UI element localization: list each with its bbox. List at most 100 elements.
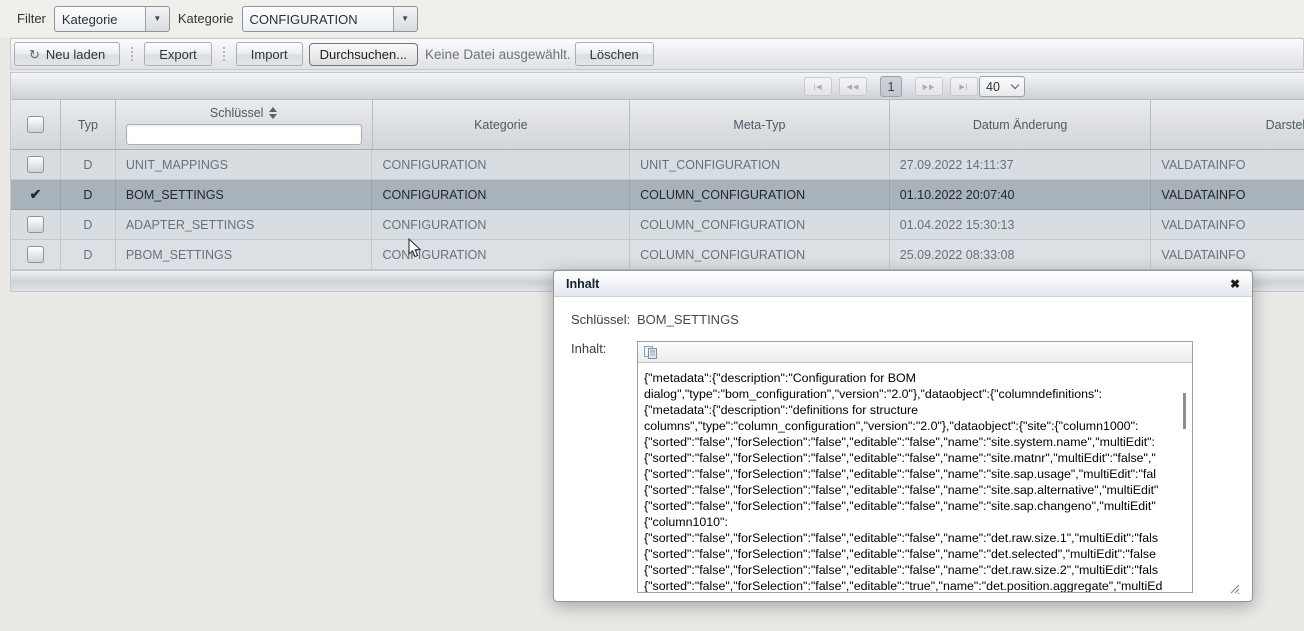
content-line: {"metadata":{"description":"definitions … [644, 402, 1182, 418]
row-checkbox-checked[interactable]: ✔ [30, 186, 42, 203]
cell-typ: D [61, 150, 116, 179]
cell-darstellung: VALDATAINFO [1151, 150, 1304, 179]
page-size-value: 40 [986, 80, 1000, 94]
select-all-checkbox[interactable] [27, 116, 44, 133]
delete-button-label: Löschen [590, 47, 639, 62]
cell-datum-aenderung: 25.09.2022 08:33:08 [890, 240, 1152, 269]
filter-bar: Filter Kategorie ▼ Kategorie CONFIGURATI… [0, 0, 1304, 37]
cell-meta-typ: COLUMN_CONFIGURATION [630, 210, 890, 239]
cell-typ: D [61, 210, 116, 239]
toolbar-separator [131, 47, 133, 61]
toolbar-separator [223, 47, 225, 61]
cell-darstellung: VALDATAINFO [1151, 180, 1304, 209]
toolbar: ↻ Neu laden Export Import Durchsuchen...… [10, 38, 1304, 70]
last-page-icon: ▶| [959, 83, 968, 91]
content-line: {"metadata":{"description":"Configuratio… [644, 370, 1182, 386]
previous-page-button[interactable]: ◀◀ [839, 77, 867, 96]
content-line: {"sorted":"false","forSelection":"false"… [644, 466, 1182, 482]
schluessel-value: BOM_SETTINGS [637, 312, 739, 327]
filter-category-combobox-arrow-button[interactable]: ▼ [145, 7, 169, 31]
content-line: columns","type":"column_configuration","… [644, 418, 1182, 434]
reload-button-label: Neu laden [46, 47, 105, 62]
cell-kategorie: CONFIGURATION [372, 210, 630, 239]
cell-meta-typ: COLUMN_CONFIGURATION [630, 180, 890, 209]
cell-schluessel: UNIT_MAPPINGS [116, 150, 373, 179]
page-size-select[interactable]: 40 [979, 76, 1025, 97]
content-line: {"sorted":"false","forSelection":"false"… [644, 482, 1182, 498]
dialog-header[interactable]: Inhalt ✖ [554, 271, 1252, 297]
table-row[interactable]: D ADAPTER_SETTINGS CONFIGURATION COLUMN_… [11, 210, 1304, 240]
table-row-selected[interactable]: ✔ D BOM_SETTINGS CONFIGURATION COLUMN_CO… [11, 180, 1304, 210]
cell-darstellung: VALDATAINFO [1151, 210, 1304, 239]
resize-grip-icon[interactable] [1229, 583, 1240, 594]
category-value-combobox-value: CONFIGURATION [243, 7, 393, 31]
content-line: {"sorted":"false","forSelection":"false"… [644, 530, 1182, 546]
cell-meta-typ: COLUMN_CONFIGURATION [630, 240, 890, 269]
table-row[interactable]: D UNIT_MAPPINGS CONFIGURATION UNIT_CONFI… [11, 150, 1304, 180]
column-header-kategorie: Kategorie [474, 118, 528, 132]
delete-button[interactable]: Löschen [575, 42, 654, 66]
content-box: {"metadata":{"description":"Configuratio… [637, 341, 1193, 593]
row-checkbox[interactable] [27, 216, 44, 233]
category-value-combobox[interactable]: CONFIGURATION ▼ [242, 6, 418, 32]
content-text-area[interactable]: {"metadata":{"description":"Configuratio… [638, 363, 1192, 592]
content-line: {"sorted":"false","forSelection":"false"… [644, 546, 1182, 562]
column-header-typ: Typ [78, 118, 98, 132]
schluessel-filter-input[interactable] [126, 124, 362, 145]
content-line: {"sorted":"false","forSelection":"false"… [644, 434, 1182, 450]
next-page-icon: ▶▶ [923, 83, 936, 91]
sort-icon [269, 107, 277, 119]
inhalt-label: Inhalt: [571, 341, 606, 356]
browse-button[interactable]: Durchsuchen... [309, 43, 418, 66]
column-header-datum-aenderung: Datum Änderung [973, 118, 1068, 132]
import-button-label: Import [251, 47, 288, 62]
content-line: {"sorted":"false","forSelection":"false"… [644, 498, 1182, 514]
column-header-schluessel-label: Schlüssel [210, 106, 264, 120]
filter-category-combobox[interactable]: Kategorie ▼ [54, 6, 170, 32]
next-page-button[interactable]: ▶▶ [915, 77, 943, 96]
cell-kategorie: CONFIGURATION [372, 180, 630, 209]
table-header: Typ Schlüssel Kategorie Meta-Typ Datum Ä… [11, 100, 1304, 150]
row-checkbox[interactable] [27, 246, 44, 263]
close-icon[interactable]: ✖ [1230, 277, 1240, 291]
chevron-down-icon: ▼ [401, 14, 409, 23]
column-header-meta-typ: Meta-Typ [733, 118, 785, 132]
column-header-darstellung: Darstellung [1266, 118, 1304, 132]
reload-button[interactable]: ↻ Neu laden [14, 42, 120, 66]
column-header-schluessel[interactable]: Schlüssel [210, 106, 278, 120]
cell-typ: D [61, 240, 116, 269]
cell-datum-aenderung: 27.09.2022 14:11:37 [890, 150, 1152, 179]
file-status-text: Keine Datei ausgewählt. [425, 47, 571, 62]
cell-schluessel: PBOM_SETTINGS [116, 240, 373, 269]
first-page-button[interactable]: |◀ [804, 77, 832, 96]
category-value-combobox-arrow-button[interactable]: ▼ [393, 7, 417, 31]
dialog-title: Inhalt [566, 277, 599, 291]
content-line: {"sorted":"false","forSelection":"false"… [644, 578, 1182, 592]
category-label: Kategorie [178, 11, 234, 26]
cell-kategorie: CONFIGURATION [372, 150, 630, 179]
filter-label: Filter [17, 11, 46, 26]
inhalt-dialog: Inhalt ✖ Schlüssel: BOM_SETTINGS Inhalt: [553, 270, 1253, 602]
last-page-button[interactable]: ▶| [950, 77, 978, 96]
schluessel-label: Schlüssel: [571, 312, 630, 327]
export-button[interactable]: Export [144, 42, 212, 66]
scrollbar-thumb[interactable] [1183, 393, 1186, 429]
chevron-down-icon [1011, 81, 1019, 89]
copy-icon[interactable] [643, 345, 659, 360]
content-line: {"sorted":"false","forSelection":"false"… [644, 562, 1182, 578]
cell-datum-aenderung: 01.04.2022 15:30:13 [890, 210, 1152, 239]
import-button[interactable]: Import [236, 42, 303, 66]
content-line: {"column1010": [644, 514, 1182, 530]
cell-meta-typ: UNIT_CONFIGURATION [630, 150, 890, 179]
content-line: {"sorted":"false","forSelection":"false"… [644, 450, 1182, 466]
page: Filter Kategorie ▼ Kategorie CONFIGURATI… [0, 0, 1304, 631]
content-toolbar [638, 342, 1192, 363]
row-checkbox[interactable] [27, 156, 44, 173]
current-page-button[interactable]: 1 [880, 76, 902, 97]
pager: |◀ ◀◀ 1 ▶▶ ▶| [804, 76, 978, 97]
data-table: |◀ ◀◀ 1 ▶▶ ▶| 40 Typ [10, 72, 1304, 292]
cell-datum-aenderung: 01.10.2022 20:07:40 [890, 180, 1152, 209]
pager-strip: |◀ ◀◀ 1 ▶▶ ▶| 40 [11, 73, 1304, 100]
table-row[interactable]: D PBOM_SETTINGS CONFIGURATION COLUMN_CON… [11, 240, 1304, 270]
cell-typ: D [61, 180, 116, 209]
